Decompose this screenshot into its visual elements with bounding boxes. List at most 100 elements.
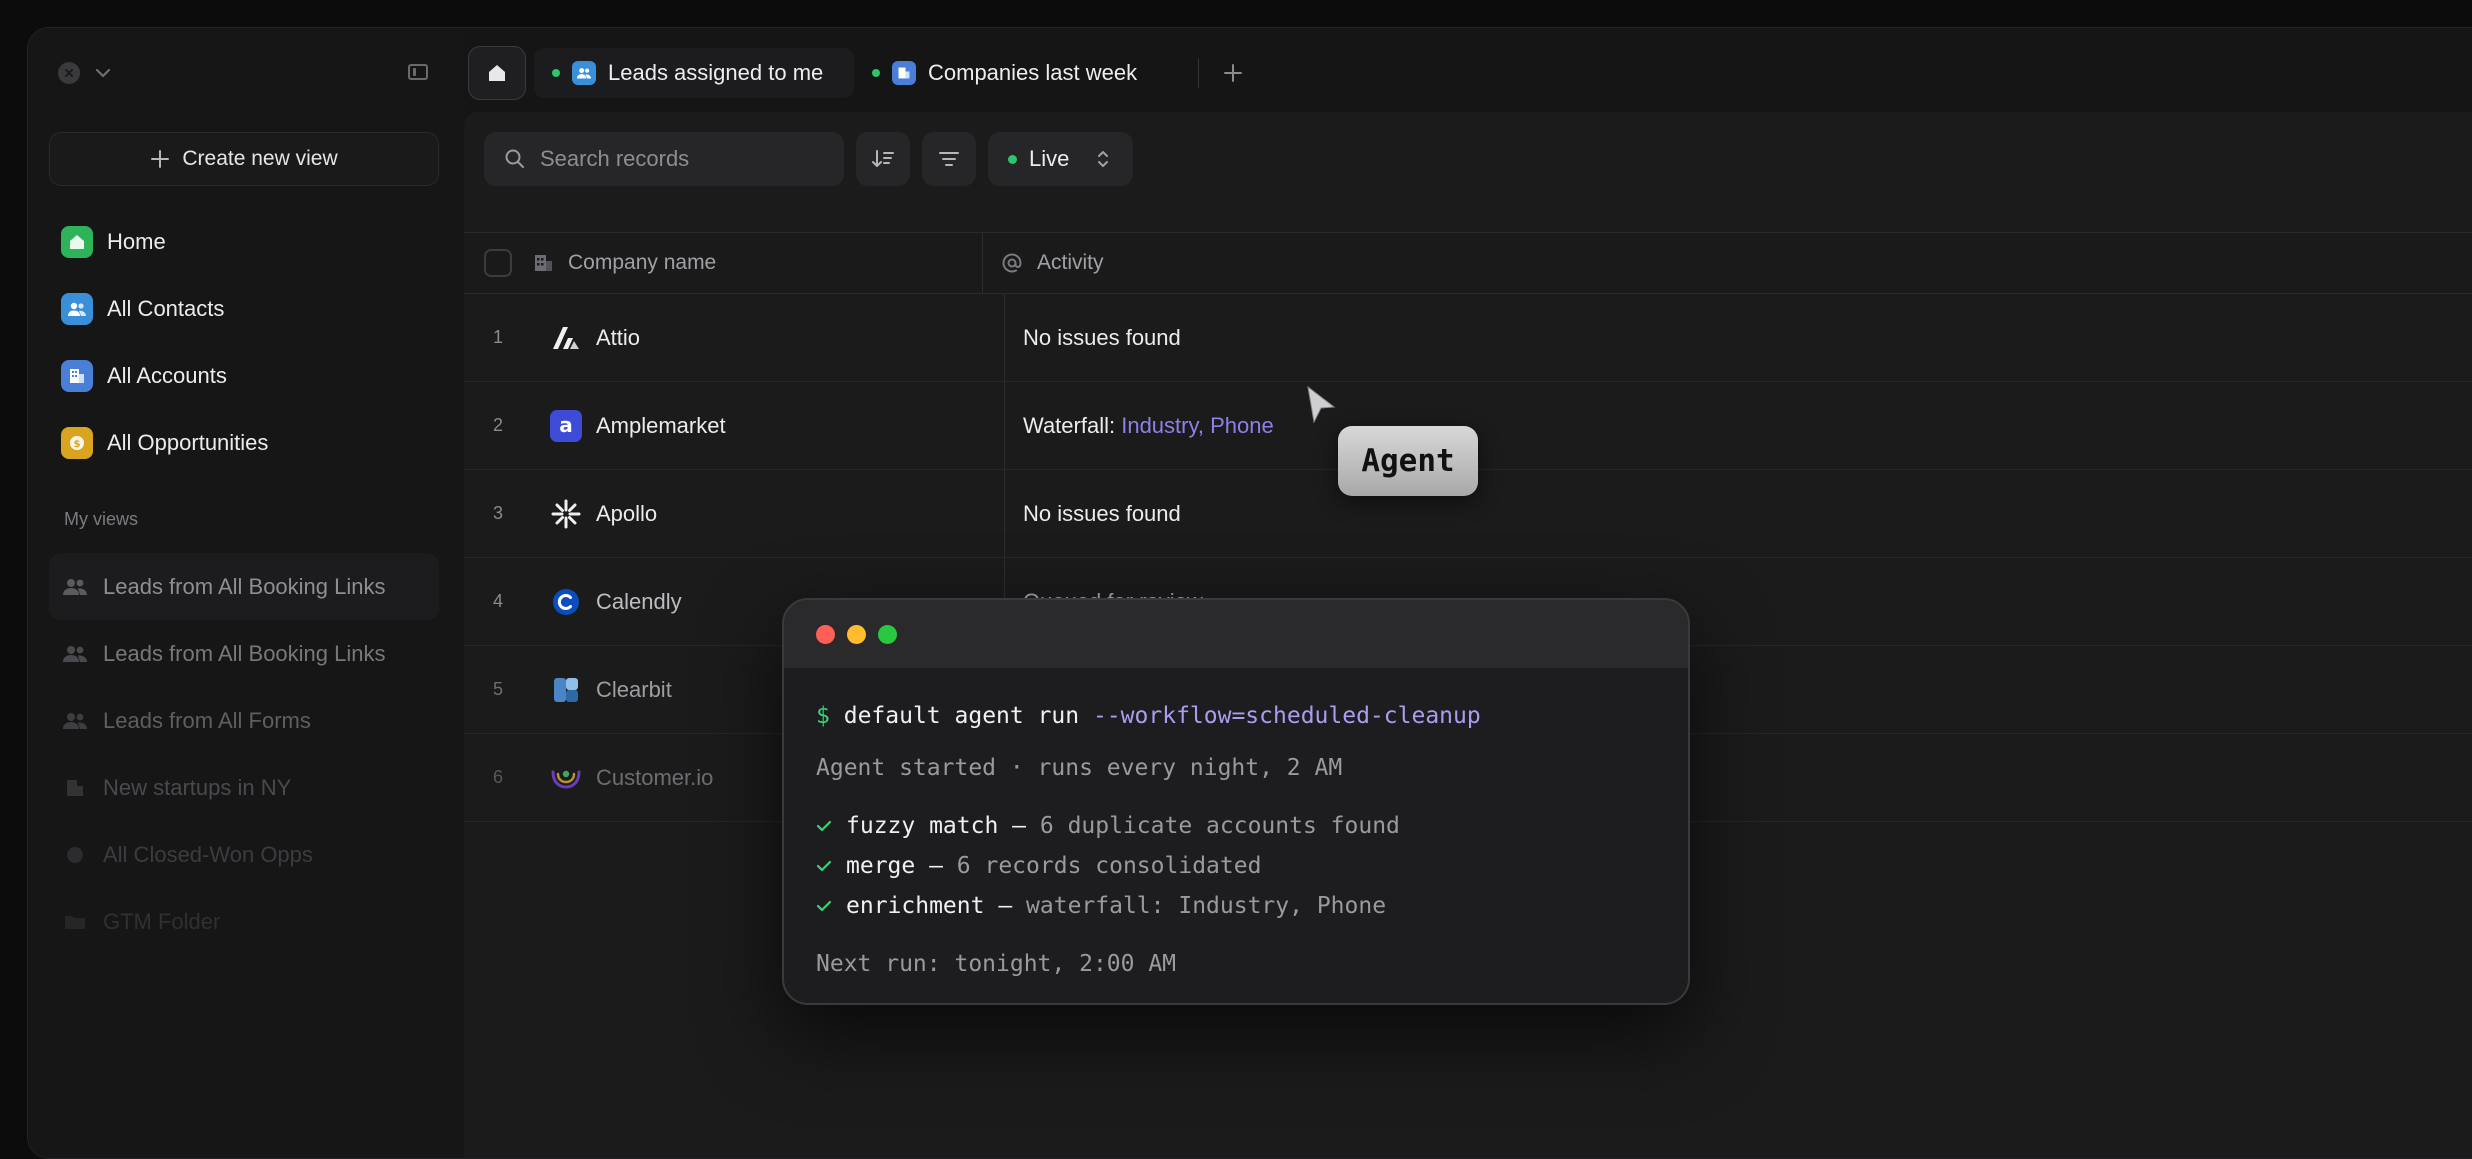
window-controls [58,62,112,84]
sidebar-toggle-icon[interactable] [408,64,428,80]
check-icon [816,900,832,912]
step-separator: — [915,853,957,879]
new-tab-button[interactable] [1213,53,1253,93]
view-item-label: All Closed-Won Opps [103,841,313,867]
home-tab[interactable] [468,46,526,100]
folder-icon [63,912,87,932]
terminal-minimize-button[interactable] [847,624,866,644]
company-name: Attio [596,324,641,350]
search-box[interactable] [484,132,844,186]
table-header: Company name Activity [464,232,2472,294]
view-item-label: New startups in NY [103,774,292,800]
column-label: Activity [1037,251,1104,274]
step-detail: 6 records consolidated [956,853,1262,879]
create-new-view-button[interactable]: Create new view [49,132,439,186]
sort-button[interactable] [856,132,910,186]
view-item-all-forms[interactable]: Leads from All Forms [49,687,439,754]
create-new-view-label: Create new view [182,147,338,170]
filter-button[interactable] [922,132,976,186]
view-item-startups-ny[interactable]: New startups in NY [49,754,439,821]
column-activity[interactable]: Activity [982,233,2472,293]
command-flag: --workflow=scheduled-cleanup [1092,703,1481,729]
column-company-name[interactable]: Company name [512,251,982,275]
table-row[interactable]: 1 Attio No issues found [464,294,2472,382]
search-input[interactable] [538,145,822,173]
filter-icon [939,152,959,166]
check-icon [816,820,832,832]
calendly-logo-icon [550,586,582,618]
agent-cursor-icon [1307,385,1336,424]
company-name: Apollo [596,500,658,526]
sidebar-item-all-accounts[interactable]: All Accounts [49,342,439,409]
at-icon [1002,253,1022,273]
sidebar-item-all-contacts[interactable]: All Contacts [49,275,439,342]
activity-cell: Waterfall: Industry, Phone [1004,382,2472,469]
tab-divider [1198,58,1199,88]
step-separator: — [998,813,1040,839]
company-cell[interactable]: Attio [532,322,1004,354]
activity-text: No issues found [1023,500,1181,526]
coin-icon [63,845,87,865]
search-icon [505,149,524,168]
sidebar-item-label: All Accounts [107,362,227,388]
sidebar-item-all-opportunities[interactable]: $ All Opportunities [49,409,439,476]
sidebar: Create new view Home All Contacts All Ac… [28,28,464,1158]
terminal-maximize-button[interactable] [878,624,897,644]
activity-prefix: Waterfall: [1023,412,1122,438]
plus-icon [1224,64,1242,82]
live-selector[interactable]: Live [988,132,1134,186]
step-detail: 6 duplicate accounts found [1039,813,1400,839]
apollo-logo-icon [550,498,582,530]
column-label: Company name [568,251,717,274]
people-icon [63,577,87,597]
step-name: merge [846,853,916,879]
command-line: $ default agent run --workflow=scheduled… [816,696,1688,736]
contacts-icon [572,61,596,85]
next-run-line: Next run: tonight, 2:00 AM [816,951,1177,977]
terminal-titlebar [784,600,1688,668]
company-cell[interactable]: Apollo [532,498,1004,530]
select-all-checkbox[interactable] [484,249,512,277]
row-number: 1 [492,327,503,347]
activity-cell: No issues found [1004,470,2472,557]
amplemarket-logo-icon: a [550,409,582,442]
view-item-gtm-folder[interactable]: GTM Folder [49,888,439,955]
my-views-list: Leads from All Booking Links Leads from … [49,553,439,955]
view-item-label: Leads from All Booking Links [103,573,386,599]
plus-icon [151,150,170,168]
sidebar-nav: Home All Contacts All Accounts $ All Opp… [49,208,439,476]
building-icon [63,778,87,798]
sidebar-item-home[interactable]: Home [49,208,439,275]
live-dot [872,69,880,77]
live-label: Live [1029,146,1070,171]
attio-logo-icon [550,322,582,354]
terminal-close-button[interactable] [816,624,835,644]
activity-text: No issues found [1023,324,1181,350]
close-icon[interactable] [58,62,80,84]
customerio-logo-icon [550,762,582,794]
tab-label: Leads assigned to me [608,60,824,85]
step-line: enrichment — waterfall: Industry, Phone [816,886,1688,926]
view-item-booking-links-2[interactable]: Leads from All Booking Links [49,620,439,687]
my-views-heading: My views [64,509,139,529]
view-item-closed-won[interactable]: All Closed-Won Opps [49,821,439,888]
step-line: fuzzy match — 6 duplicate accounts found [816,806,1688,846]
agent-badge: Agent [1338,426,1478,496]
tab-companies-last-week[interactable]: Companies last week [854,48,1184,98]
home-icon [489,65,505,81]
row-number: 3 [492,503,503,523]
tab-leads-assigned[interactable]: Leads assigned to me [534,48,854,98]
company-name: Amplemarket [596,412,726,438]
company-cell[interactable]: a Amplemarket [532,409,1004,442]
view-item-booking-links-1[interactable]: Leads from All Booking Links [49,553,439,620]
company-name: Clearbit [596,676,672,702]
activity-cell: No issues found [1004,294,2472,381]
activity-link[interactable]: Industry, Phone [1121,413,1273,439]
row-number: 2 [492,415,503,435]
svg-text:a: a [559,415,573,437]
tab-label: Companies last week [928,60,1138,85]
view-item-label: Leads from All Forms [103,707,311,733]
home-icon [61,225,93,258]
row-number: 6 [492,767,503,787]
chevron-down-icon[interactable] [94,67,112,79]
